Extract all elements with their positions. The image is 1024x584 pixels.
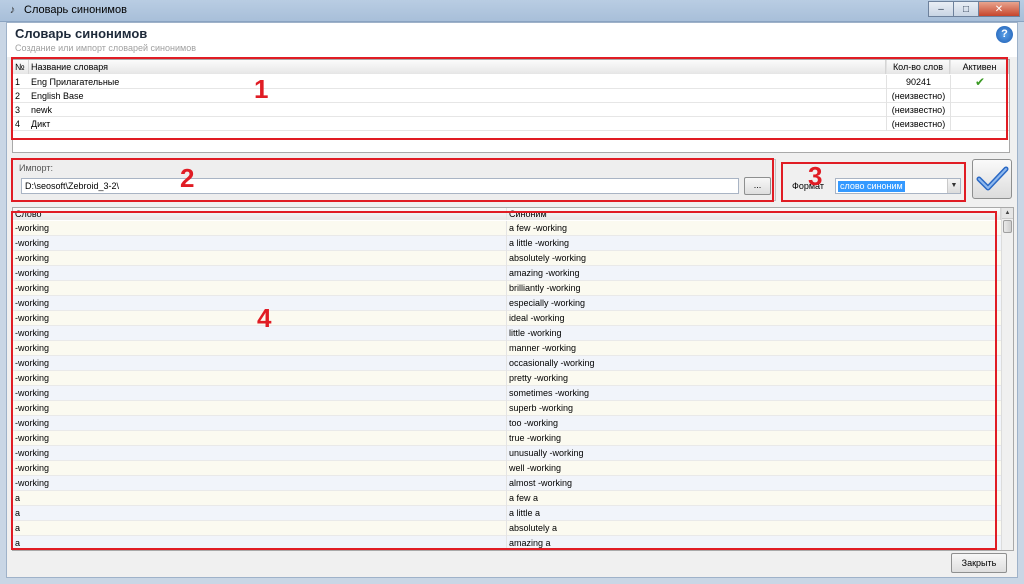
annotation-box-4	[11, 211, 997, 550]
minimize-button[interactable]: –	[928, 1, 954, 17]
maximize-button[interactable]: □	[953, 1, 979, 17]
annotation-label-1: 1	[254, 74, 269, 104]
page-title: Словарь синонимов	[15, 26, 148, 41]
annotation-label-4: 4	[257, 303, 272, 333]
scroll-thumb[interactable]	[1003, 220, 1012, 233]
vertical-scrollbar[interactable]: ▲	[1001, 208, 1013, 550]
annotation-box-1	[11, 57, 1008, 140]
annotation-box-2	[11, 158, 774, 202]
apply-import-button[interactable]	[972, 159, 1012, 199]
close-button[interactable]: Закрыть	[951, 553, 1007, 573]
window-titlebar: ♪ Словарь синонимов – □ ✕	[0, 0, 1024, 22]
window-controls: – □ ✕	[928, 1, 1020, 17]
annotation-label-3: 3	[808, 161, 823, 191]
scroll-up-icon[interactable]: ▲	[1002, 208, 1013, 219]
dialog-header: Словарь синонимов Создание или импорт сл…	[7, 23, 1017, 57]
help-icon[interactable]: ?	[996, 26, 1013, 43]
page-subtitle: Создание или импорт словарей синонимов	[15, 43, 196, 53]
app-icon: ♪	[9, 4, 16, 16]
annotation-label-2: 2	[180, 163, 195, 193]
checkmark-icon	[976, 166, 1009, 191]
window-title: Словарь синонимов	[24, 4, 127, 16]
close-window-button[interactable]: ✕	[978, 1, 1020, 17]
